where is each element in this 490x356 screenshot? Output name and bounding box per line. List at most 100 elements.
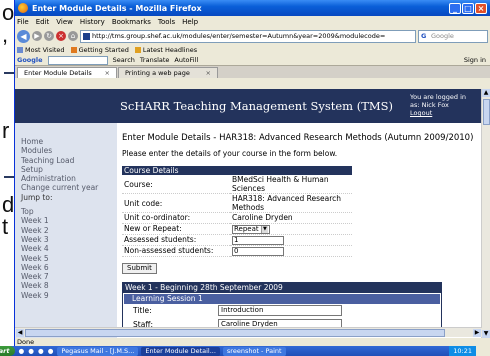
sidebar-item-modules[interactable]: Modules	[21, 146, 117, 155]
site-favicon	[83, 32, 90, 40]
jump-week-4[interactable]: Week 4	[21, 244, 117, 253]
menu-tools[interactable]: Tools	[158, 18, 175, 26]
slide-fragment: r	[2, 118, 10, 143]
rss-icon	[134, 47, 141, 53]
system-tray-clock: 10:21	[449, 346, 476, 356]
task-paint[interactable]: sreenshot - Paint	[222, 346, 286, 356]
main-content: Enter Module Details - HAR318: Advanced …	[122, 123, 474, 333]
google-toolbar-label: Google	[17, 56, 43, 64]
non-assessed-label: Non-assessed students:	[122, 245, 230, 257]
scroll-right-icon[interactable]: ▶	[473, 329, 481, 337]
page-content: ScHARR Teaching Management System (TMS) …	[15, 89, 482, 338]
assessed-students-input[interactable]: 1	[232, 235, 284, 245]
course-value: BMedSci Health & Human Sciences	[230, 175, 352, 194]
logout-link[interactable]: Logout	[410, 109, 432, 117]
forward-icon[interactable]: ▶	[32, 31, 42, 41]
week-heading: Week 1 - Beginning 28th September 2009	[123, 282, 441, 293]
quick-launch-icons[interactable]: ● ● ● ●	[19, 347, 55, 355]
tab-strip: Enter Module Details × Printing a web pa…	[15, 66, 490, 78]
jump-week-7[interactable]: Week 7	[21, 272, 117, 281]
jump-to-label: Jump to:	[21, 192, 53, 202]
menu-file[interactable]: File	[17, 18, 29, 26]
menu-bookmarks[interactable]: Bookmarks	[112, 18, 151, 26]
bookmark-getting-started[interactable]: Getting Started	[70, 46, 129, 54]
jump-top[interactable]: Top	[21, 207, 117, 216]
task-enter-module-details[interactable]: Enter Module Detail...	[141, 346, 220, 356]
jump-week-2[interactable]: Week 2	[21, 226, 117, 235]
start-button[interactable]: Start	[0, 346, 15, 356]
google-search-button[interactable]: Search	[113, 56, 135, 64]
url-bar[interactable]: http://tms.group.shef.ac.uk/modules/ente…	[80, 29, 416, 43]
submit-button[interactable]: Submit	[122, 262, 157, 274]
google-translate-button[interactable]: Translate	[140, 56, 170, 64]
scroll-thumb[interactable]	[483, 99, 490, 125]
bookmark-icon	[70, 47, 77, 53]
new-repeat-label: New or Repeat:	[122, 223, 230, 235]
close-button[interactable]: ×	[475, 2, 487, 14]
google-toolbar-input[interactable]	[47, 55, 108, 65]
task-pegasus-mail[interactable]: Pegasus Mail - [J.M.S...	[57, 346, 139, 356]
maximize-button[interactable]: □	[462, 2, 474, 14]
title-bar: Enter Module Details - Mozilla Firefox _…	[15, 0, 490, 16]
sidebar-item-teaching-load[interactable]: Teaching Load	[21, 156, 117, 165]
tab-enter-module-details[interactable]: Enter Module Details ×	[17, 67, 117, 78]
menu-view[interactable]: View	[56, 18, 73, 26]
scroll-left-icon[interactable]: ◀	[16, 329, 24, 337]
horizontal-scrollbar[interactable]: ◀ ▶	[15, 327, 482, 337]
sidebar-item-change-year[interactable]: Change current year	[21, 183, 117, 192]
non-assessed-students-input[interactable]: 0	[232, 246, 284, 256]
scroll-down-icon[interactable]: ▼	[482, 330, 490, 338]
firefox-icon	[18, 3, 28, 13]
menu-edit[interactable]: Edit	[36, 18, 50, 26]
tab-label: Printing a web page	[125, 68, 190, 77]
coordinator-label: Unit co-ordinator:	[122, 212, 230, 224]
bookmark-label: Getting Started	[78, 46, 129, 54]
tab-close-icon[interactable]: ×	[206, 68, 211, 79]
menu-help[interactable]: Help	[182, 18, 198, 26]
assessed-label: Assessed students:	[122, 234, 230, 246]
logged-in-text: You are logged in as: Nick Fox	[410, 93, 466, 109]
login-status: You are logged in as: Nick Fox Logout	[410, 93, 470, 117]
taskbar: Start ● ● ● ● Pegasus Mail - [J.M.S... E…	[0, 346, 476, 356]
browser-window: Enter Module Details - Mozilla Firefox _…	[14, 0, 490, 356]
bookmark-label: Latest Headlines	[142, 46, 198, 54]
back-icon[interactable]: ◀	[17, 29, 30, 43]
jump-week-5[interactable]: Week 5	[21, 254, 117, 263]
sidebar-item-administration[interactable]: Administration	[21, 174, 117, 183]
stop-icon[interactable]: ×	[56, 31, 66, 41]
new-repeat-select[interactable]: Repeat ▼	[232, 224, 270, 234]
jump-week-8[interactable]: Week 8	[21, 281, 117, 290]
unit-code-label: Unit code:	[122, 193, 230, 213]
search-box[interactable]: Google	[418, 29, 488, 43]
tab-printing-web-page[interactable]: Printing a web page ×	[118, 67, 218, 78]
slide-fragment: t	[2, 214, 9, 239]
vertical-scrollbar[interactable]: ▲ ▼	[481, 89, 490, 338]
horizontal-scroll-thumb[interactable]	[25, 329, 445, 337]
google-signin-link[interactable]: Sign in	[464, 56, 486, 64]
sidebar-item-home[interactable]: Home	[21, 137, 117, 146]
slide-fragment: o	[2, 0, 15, 25]
home-icon[interactable]: ⌂	[68, 31, 78, 41]
scroll-up-icon[interactable]: ▲	[482, 89, 490, 97]
course-label: Course:	[122, 175, 230, 194]
session-title-input[interactable]: Introduction	[218, 305, 342, 316]
jump-week-3[interactable]: Week 3	[21, 235, 117, 244]
bookmark-icon	[17, 47, 23, 53]
coordinator-value: Caroline Dryden	[230, 212, 352, 224]
sidebar-item-setup[interactable]: Setup	[21, 165, 117, 174]
google-autofill-button[interactable]: AutoFill	[174, 56, 198, 64]
url-text: http://tms.group.shef.ac.uk/modules/ente…	[92, 31, 386, 40]
bookmark-most-visited[interactable]: Most Visited	[17, 46, 65, 54]
minimize-button[interactable]: _	[449, 2, 461, 14]
jump-week-9[interactable]: Week 9	[21, 291, 117, 300]
reload-icon[interactable]: ↻	[44, 31, 54, 41]
slide-fragment: d	[2, 192, 15, 217]
navigation-toolbar: ◀ ▶ ↻ × ⌂ http://tms.group.shef.ac.uk/mo…	[15, 27, 490, 45]
google-toolbar: Google Search Translate AutoFill Sign in	[15, 55, 490, 66]
tab-close-icon[interactable]: ×	[105, 68, 110, 79]
menu-history[interactable]: History	[80, 18, 105, 26]
jump-week-6[interactable]: Week 6	[21, 263, 117, 272]
bookmark-label: Most Visited	[25, 46, 65, 54]
bookmark-latest-headlines[interactable]: Latest Headlines	[134, 46, 198, 54]
jump-week-1[interactable]: Week 1	[21, 216, 117, 225]
